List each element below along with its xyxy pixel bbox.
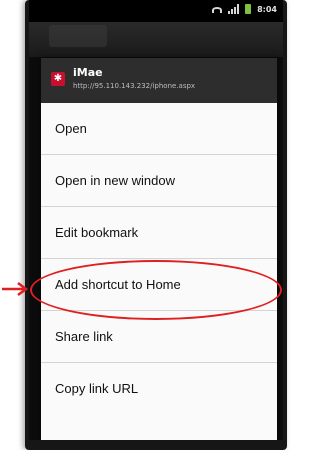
dialog-header: ✱ iMae http://95.110.143.232/iphone.aspx	[41, 58, 277, 103]
wifi-icon	[212, 7, 223, 13]
app-icon: ✱	[51, 72, 65, 86]
menu-item-open[interactable]: Open	[41, 103, 277, 155]
context-menu: Open Open in new window Edit bookmark Ad…	[41, 103, 277, 415]
phone-screen: 8:04 ✱ iMae http://95.110.143.232/iphone…	[29, 0, 283, 440]
status-bar: 8:04	[29, 0, 283, 22]
status-icons: 8:04	[212, 4, 277, 14]
menu-item-copy-link-url[interactable]: Copy link URL	[41, 363, 277, 415]
dialog-title: iMae	[73, 66, 103, 79]
dialog-url: http://95.110.143.232/iphone.aspx	[73, 82, 196, 90]
menu-item-share-link[interactable]: Share link	[41, 311, 277, 363]
menu-item-open-new-window[interactable]: Open in new window	[41, 155, 277, 207]
signal-icon	[228, 4, 240, 14]
arrow-icon	[2, 282, 28, 296]
context-menu-dialog: ✱ iMae http://95.110.143.232/iphone.aspx…	[41, 58, 277, 440]
phone-frame: 8:04 ✱ iMae http://95.110.143.232/iphone…	[25, 0, 287, 450]
menu-item-add-shortcut-home[interactable]: Add shortcut to Home	[41, 259, 277, 311]
status-time: 8:04	[257, 4, 277, 14]
menu-item-edit-bookmark[interactable]: Edit bookmark	[41, 207, 277, 259]
background-tab	[49, 25, 107, 47]
battery-icon	[245, 4, 252, 14]
